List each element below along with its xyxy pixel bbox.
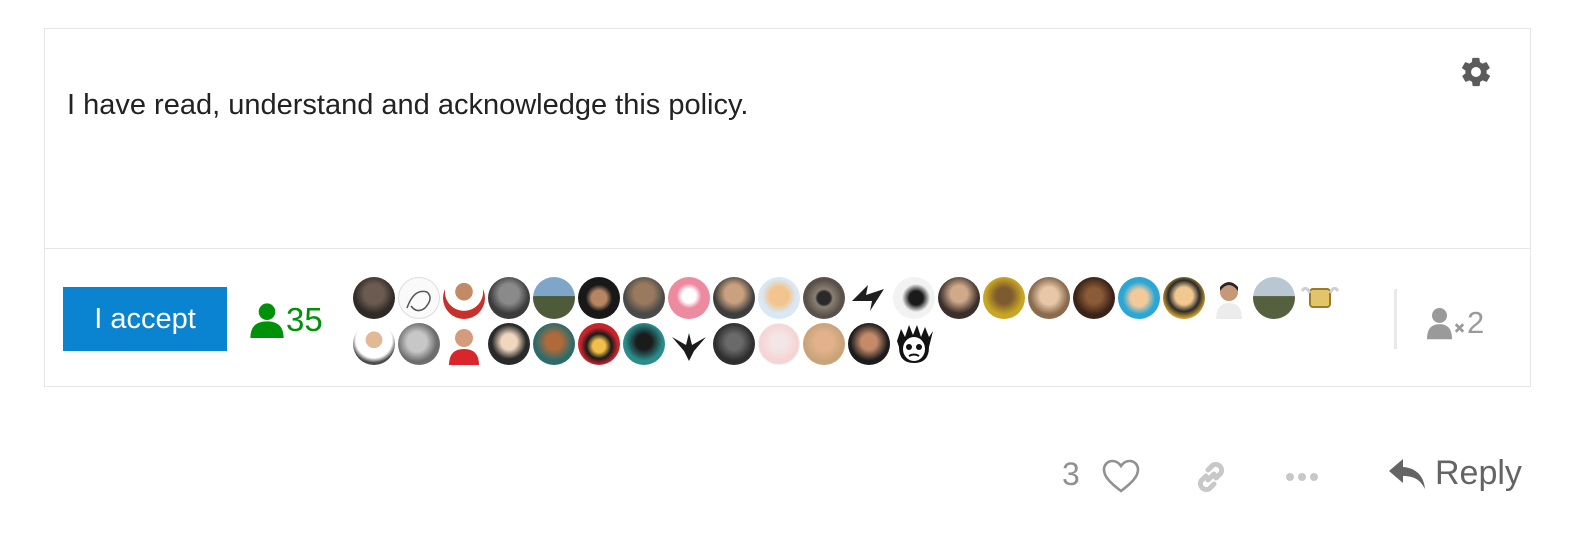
gear-icon[interactable] <box>1459 55 1493 89</box>
policy-card: I have read, understand and acknowledge … <box>44 28 1531 387</box>
avatar[interactable] <box>848 277 890 319</box>
avatar[interactable] <box>533 277 575 319</box>
avatar[interactable] <box>1253 277 1295 319</box>
accepted-count-label: 35 <box>286 301 323 338</box>
avatar[interactable] <box>713 277 755 319</box>
avatar[interactable] <box>713 323 755 365</box>
avatar[interactable] <box>668 277 710 319</box>
avatar[interactable] <box>1163 277 1205 319</box>
not-accepted-count[interactable]: 2 <box>1427 305 1484 341</box>
avatar[interactable] <box>758 323 800 365</box>
avatar[interactable] <box>983 277 1025 319</box>
reply-label: Reply <box>1435 454 1522 492</box>
avatar[interactable] <box>398 323 440 365</box>
avatar[interactable] <box>1118 277 1160 319</box>
avatar-row <box>353 321 1353 367</box>
divider <box>1394 289 1397 349</box>
avatar[interactable] <box>1208 277 1250 319</box>
avatar-row <box>353 275 1353 321</box>
avatar[interactable] <box>1073 277 1115 319</box>
not-accepted-count-label: 2 <box>1467 305 1485 340</box>
avatar[interactable] <box>353 323 395 365</box>
avatar[interactable] <box>623 323 665 365</box>
post-actions: 3 Reply <box>0 452 1594 504</box>
avatar[interactable] <box>758 277 800 319</box>
accepted-count[interactable]: 35 <box>250 301 323 339</box>
policy-body: I have read, understand and acknowledge … <box>45 29 1530 249</box>
avatar[interactable] <box>443 277 485 319</box>
avatar[interactable] <box>1298 277 1340 319</box>
reply-icon <box>1389 458 1425 489</box>
avatar[interactable] <box>488 277 530 319</box>
avatar[interactable] <box>578 323 620 365</box>
avatar[interactable] <box>938 277 980 319</box>
policy-text: I have read, understand and acknowledge … <box>67 89 749 121</box>
like-count[interactable]: 3 <box>1062 456 1080 493</box>
avatar[interactable] <box>668 323 710 365</box>
avatar[interactable] <box>398 277 440 319</box>
accepted-avatars <box>353 275 1353 367</box>
user-times-icon <box>1427 308 1465 340</box>
avatar[interactable] <box>803 277 845 319</box>
avatar[interactable] <box>893 323 935 365</box>
ellipsis-icon[interactable] <box>1284 470 1320 484</box>
avatar[interactable] <box>848 323 890 365</box>
avatar[interactable] <box>578 277 620 319</box>
avatar[interactable] <box>533 323 575 365</box>
user-icon <box>250 303 284 338</box>
policy-footer: I accept 35 2 <box>45 249 1530 388</box>
avatar[interactable] <box>443 323 485 365</box>
avatar[interactable] <box>1028 277 1070 319</box>
avatar[interactable] <box>803 323 845 365</box>
accept-button[interactable]: I accept <box>63 287 227 351</box>
heart-icon[interactable] <box>1101 458 1141 494</box>
avatar[interactable] <box>623 277 665 319</box>
link-icon[interactable] <box>1192 458 1230 496</box>
reply-button[interactable]: Reply <box>1387 454 1522 493</box>
avatar[interactable] <box>893 277 935 319</box>
avatar[interactable] <box>353 277 395 319</box>
avatar[interactable] <box>488 323 530 365</box>
